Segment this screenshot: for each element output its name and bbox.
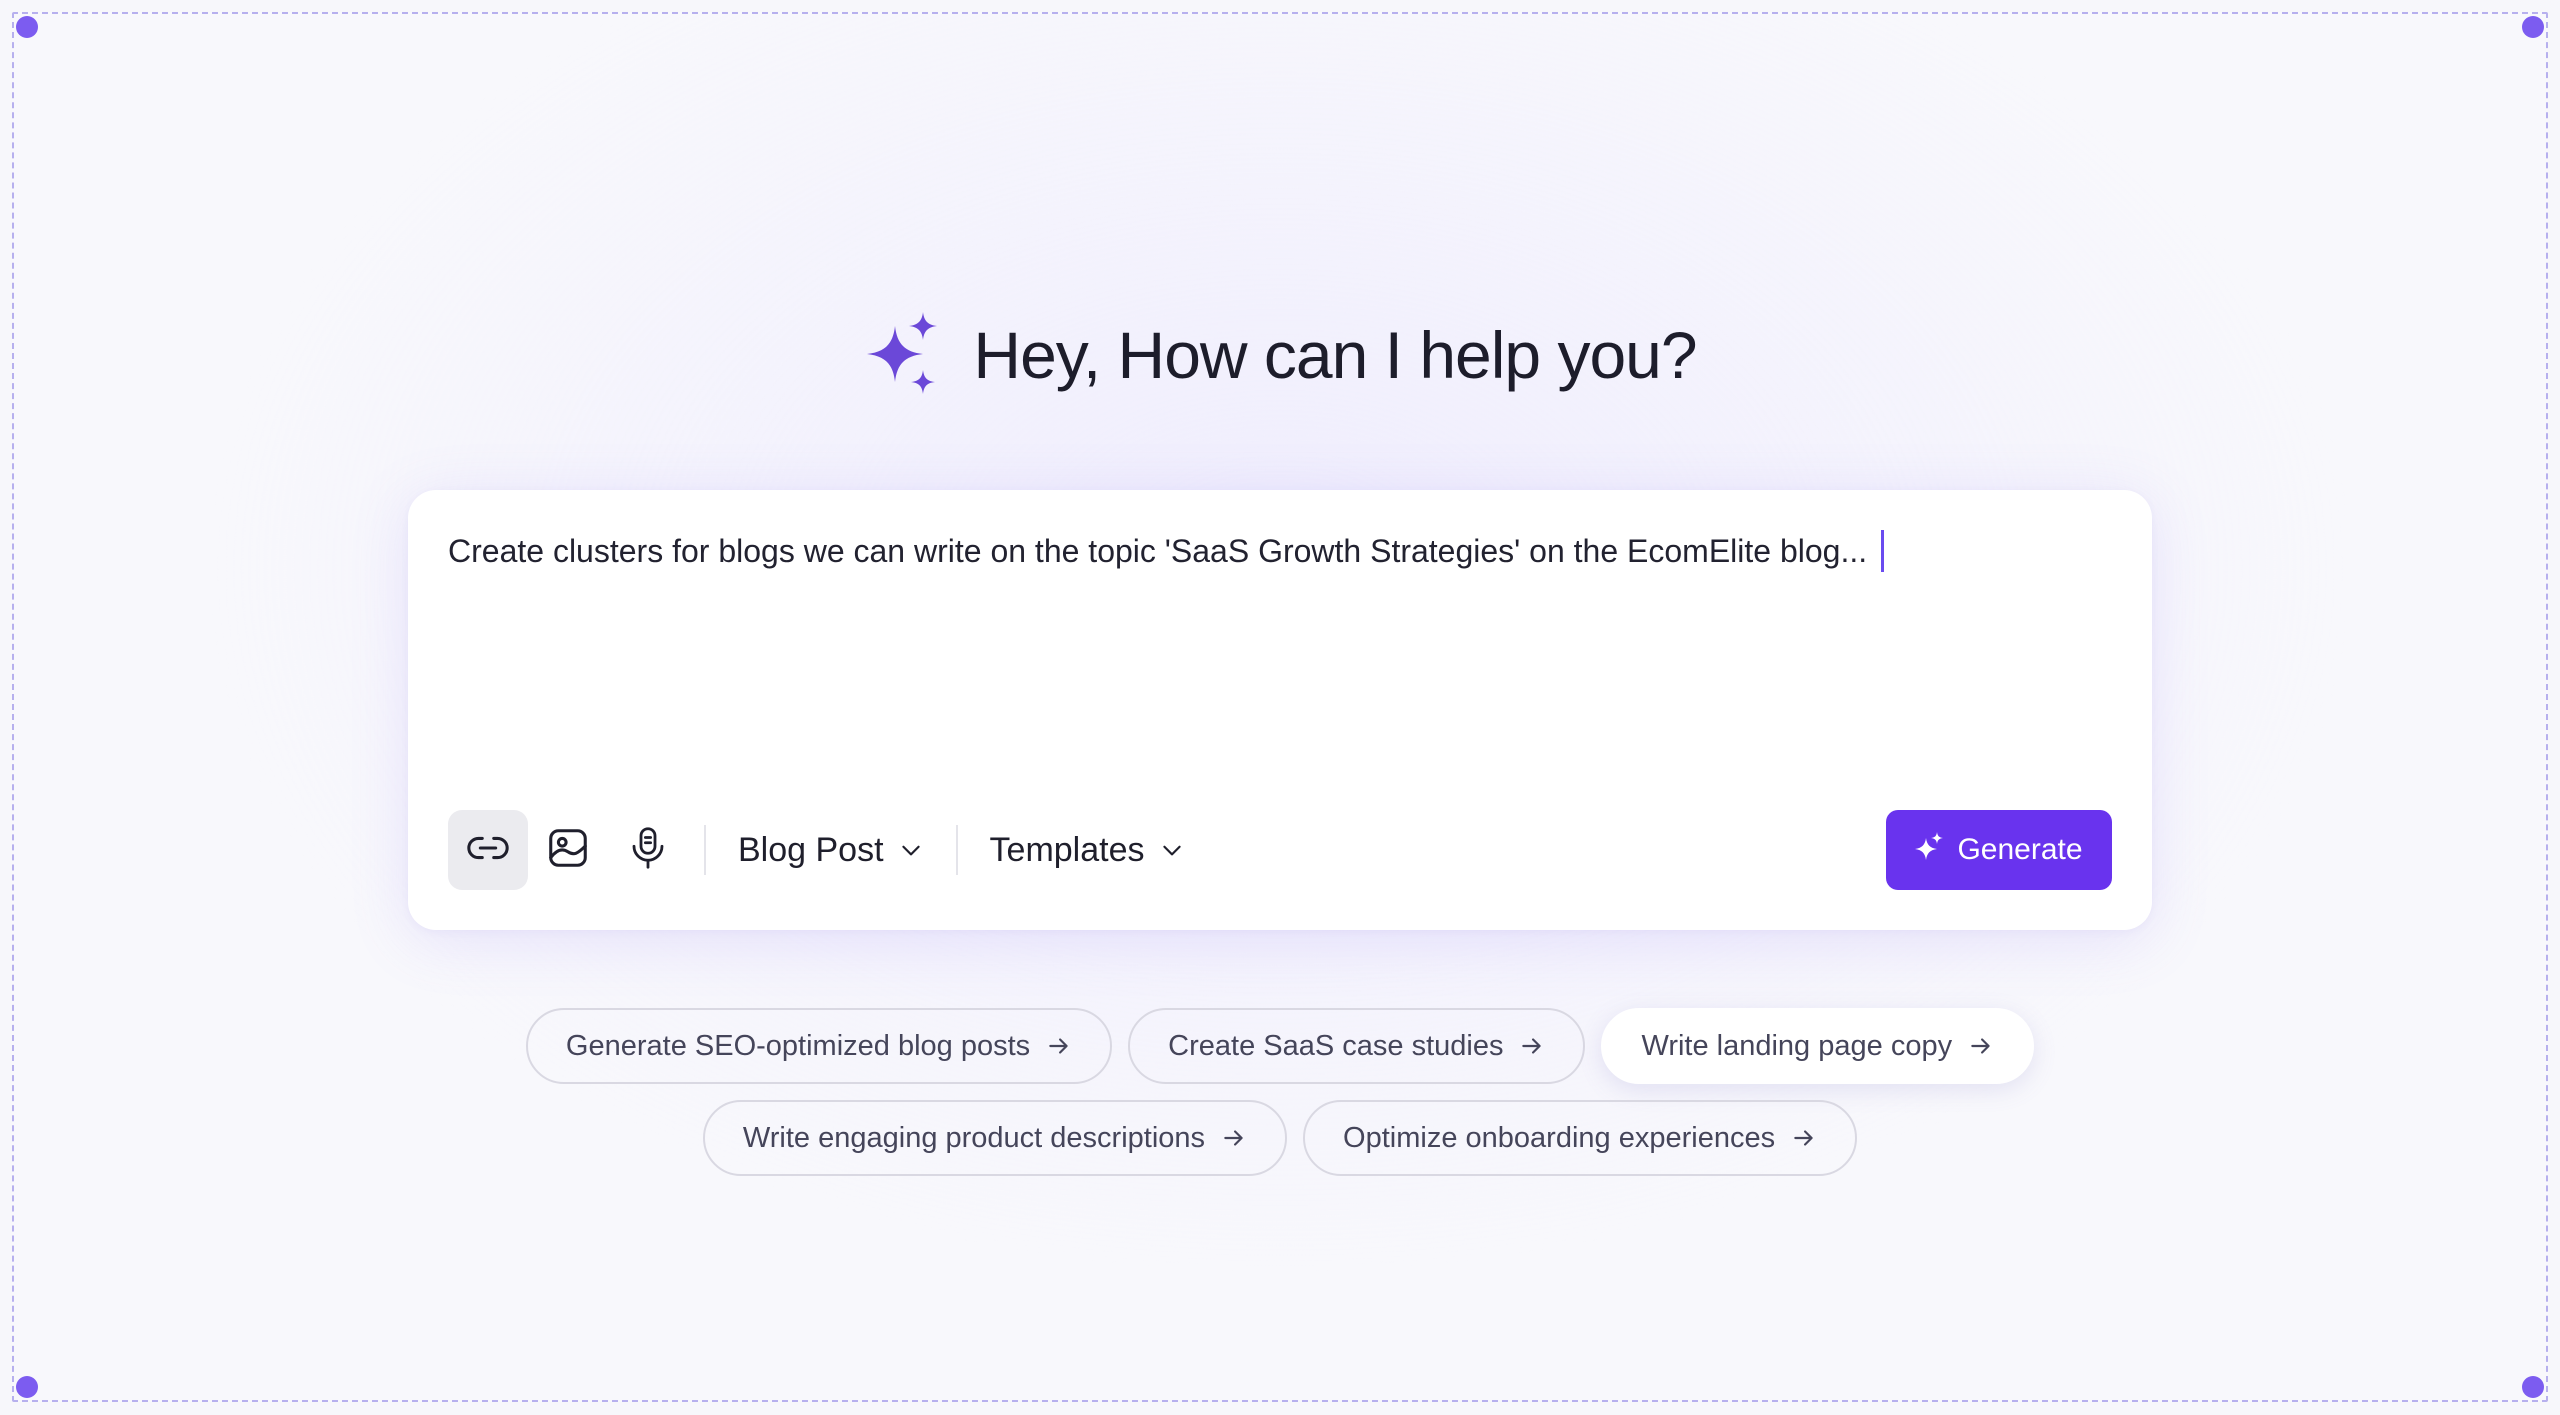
arrow-right-icon [1968,1033,1994,1059]
link-icon [465,825,511,876]
corner-handle-bottom-left[interactable] [16,1376,38,1398]
sparkles-icon [1915,832,1944,868]
suggestion-chip[interactable]: Generate SEO-optimized blog posts [525,1008,1113,1084]
hero: Hey, How can I help you? [0,312,2560,398]
corner-handle-top-left[interactable] [16,16,38,38]
arrow-right-icon [1519,1033,1545,1059]
chip-row: Write engaging product descriptions Opti… [702,1100,1858,1176]
suggestion-label: Write engaging product descriptions [742,1121,1206,1154]
suggestion-chips: Generate SEO-optimized blog posts Create… [0,1008,2560,1176]
arrow-right-icon [1791,1125,1817,1151]
templates-dropdown[interactable]: Templates [990,831,1185,870]
content-type-dropdown[interactable]: Blog Post [738,831,924,870]
prompt-text: Create clusters for blogs we can write o… [448,533,1868,569]
text-caret [1881,530,1885,572]
suggestion-label: Generate SEO-optimized blog posts [565,1029,1031,1062]
generate-label: Generate [1957,833,2083,866]
attach-image-button[interactable] [528,810,608,890]
suggestion-chip[interactable]: Create SaaS case studies [1128,1008,1586,1084]
content-type-label: Blog Post [738,830,884,869]
suggestion-label: Write landing page copy [1641,1029,1953,1062]
chip-row: Generate SEO-optimized blog posts Create… [525,1008,2035,1084]
prompt-composer: Create clusters for blogs we can write o… [408,490,2152,930]
suggestion-label: Create SaaS case studies [1168,1029,1504,1062]
generate-button[interactable]: Generate [1886,810,2112,890]
suggestion-label: Optimize onboarding experiences [1343,1121,1776,1154]
chevron-down-icon [898,837,924,863]
composer-toolbar: Blog Post Templates Generate [448,810,2112,890]
arrow-right-icon [1221,1125,1247,1151]
chevron-down-icon [1159,837,1185,863]
image-icon [545,825,591,876]
templates-label: Templates [989,830,1145,869]
microphone-icon [627,825,669,876]
arrow-right-icon [1046,1033,1072,1059]
suggestion-chip[interactable]: Write landing page copy [1601,1008,2035,1084]
page-title: Hey, How can I help you? [973,318,1697,392]
toolbar-divider [955,825,958,875]
corner-handle-top-right[interactable] [2522,16,2544,38]
suggestion-chip[interactable]: Optimize onboarding experiences [1303,1100,1858,1176]
prompt-input[interactable]: Create clusters for blogs we can write o… [448,530,1885,572]
attach-link-button[interactable] [448,810,528,890]
corner-handle-bottom-right[interactable] [2522,1376,2544,1398]
toolbar-divider [704,825,706,875]
voice-input-button[interactable] [608,810,688,890]
suggestion-chip[interactable]: Write engaging product descriptions [702,1100,1288,1176]
sparkles-icon [863,312,943,398]
